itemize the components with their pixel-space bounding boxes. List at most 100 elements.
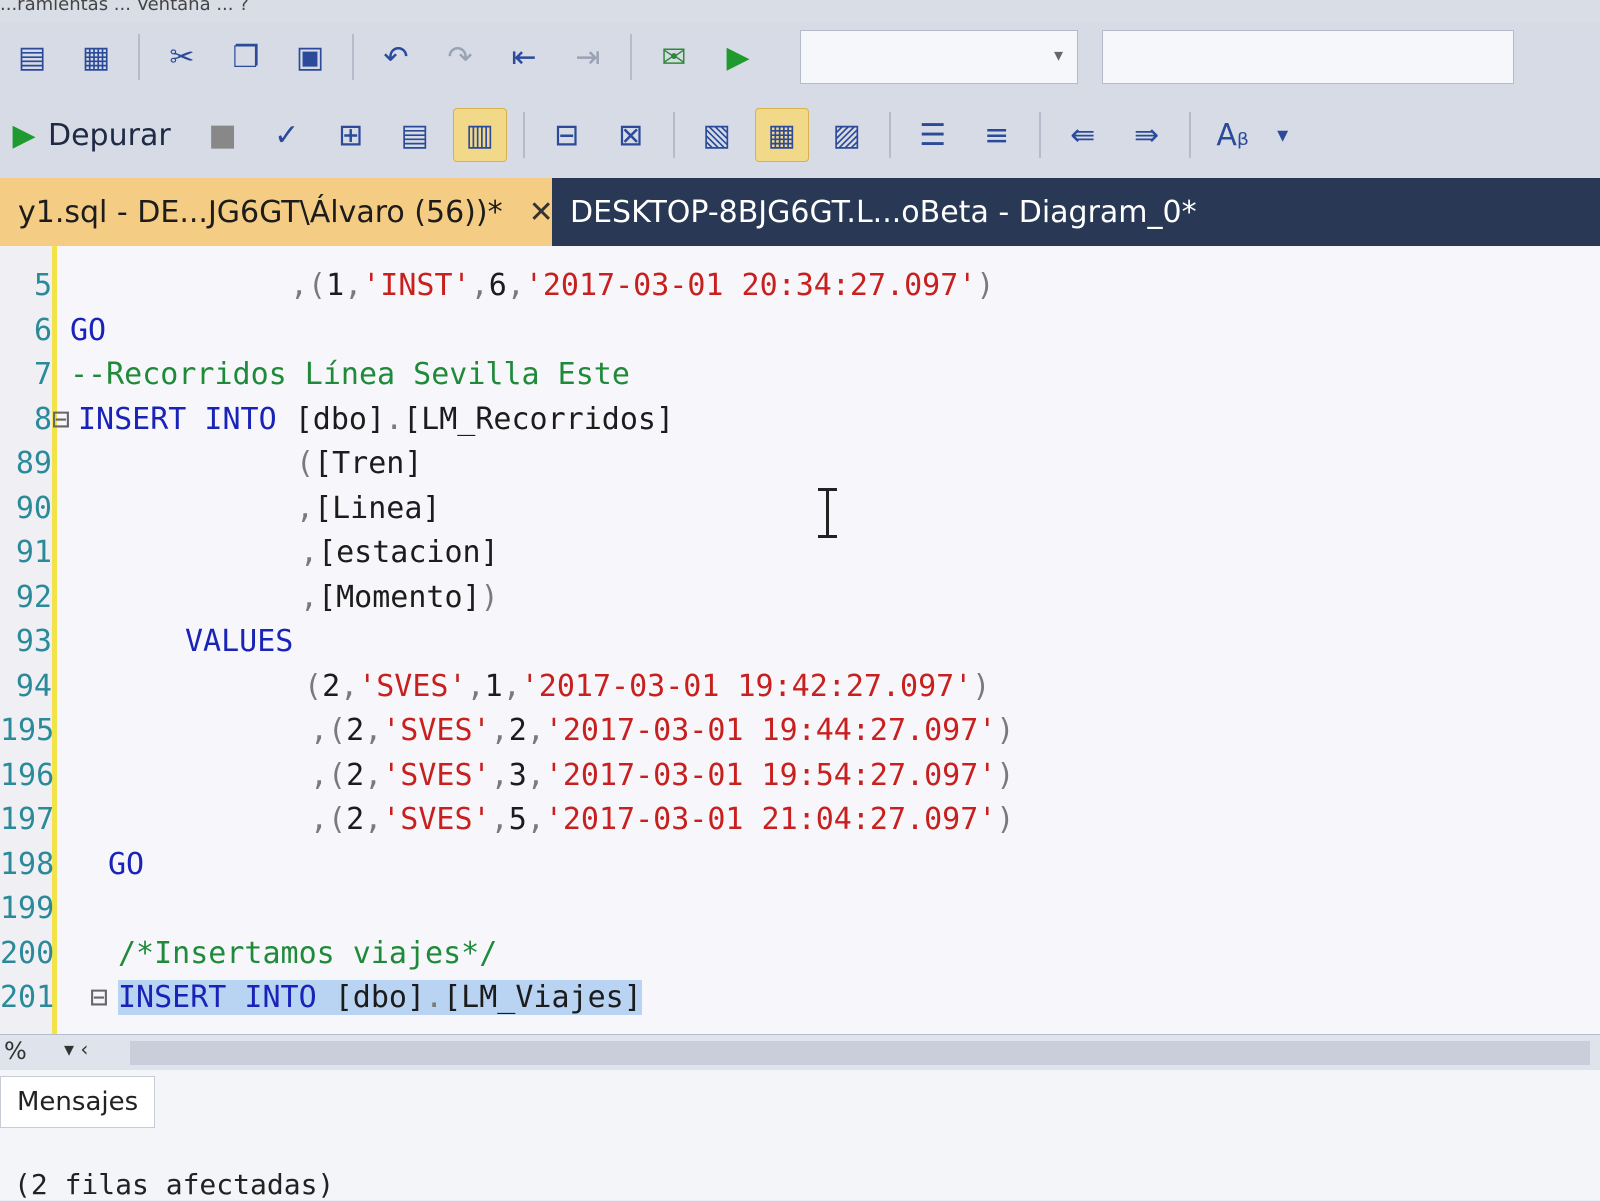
code-line[interactable]: 92 ,[Momento]): [0, 576, 1600, 620]
tab-label: DESKTOP-8BJG6GT.L...oBeta - Diagram_0*: [570, 194, 1197, 230]
parse-icon[interactable]: ✉: [648, 31, 700, 83]
toolbar-separator: [672, 112, 675, 158]
toolbar-separator: [630, 34, 632, 80]
collapse-icon[interactable]: ⊟: [52, 398, 70, 442]
code-token: [LM_Viajes]: [443, 980, 642, 1015]
specify-values-icon[interactable]: Aᵦ: [1207, 109, 1259, 161]
save-all-icon[interactable]: ▦: [70, 31, 122, 83]
code-token: INSERT INTO: [78, 401, 295, 437]
menu-bar[interactable]: ...ramientas ... Ventana ... ?: [0, 0, 1600, 22]
code-token: [LM_Recorridos]: [403, 401, 675, 437]
display-plan-icon[interactable]: ⊞: [325, 109, 377, 161]
toolbar-overflow-icon[interactable]: ▾: [1271, 109, 1295, 161]
code-token: 2: [346, 713, 365, 748]
code-token: 'SVES': [382, 713, 491, 748]
line-number: 6: [33, 312, 52, 348]
undo-icon[interactable]: ↶: [370, 31, 422, 83]
code-line[interactable]: 8 ⊟ INSERT INTO [dbo].[LM_Recorridos]: [0, 398, 1600, 442]
execute-icon[interactable]: ▶: [712, 31, 764, 83]
code-token: GO: [70, 312, 107, 348]
close-icon[interactable]: ✕: [529, 195, 554, 230]
code-token: [estacion]: [318, 535, 499, 570]
collapse-icon[interactable]: ⊟: [90, 976, 108, 1020]
code-token: ): [996, 713, 1015, 748]
navigate-back-icon[interactable]: ⇤: [498, 31, 550, 83]
code-token: 2: [346, 757, 365, 793]
line-number: 92: [15, 579, 52, 615]
code-text: (2,'SVES',1,'2017-03-01 19:42:27.097'): [304, 665, 990, 709]
include-plan-icon[interactable]: ⊟: [541, 109, 593, 161]
code-text: ,(1,'INST',6,'2017-03-01 20:34:27.097'): [290, 264, 994, 308]
code-token: VALUES: [185, 624, 294, 659]
code-line[interactable]: 197 ,(2,'SVES',5,'2017-03-01 21:04:27.097…: [0, 798, 1600, 842]
code-line[interactable]: 7 --Recorridos Línea Sevilla Este: [0, 353, 1600, 397]
code-line[interactable]: 93 VALUES: [0, 620, 1600, 664]
code-line[interactable]: 91 ,[estacion]: [0, 531, 1600, 575]
code-line[interactable]: 200 /*Insertamos viajes*/: [0, 932, 1600, 976]
code-token: ,: [364, 802, 383, 837]
code-token: ,: [300, 579, 319, 615]
code-line[interactable]: 90 ,[Linea]: [0, 487, 1600, 531]
paste-icon[interactable]: ▣: [284, 31, 336, 83]
increase-indent-icon[interactable]: ⇛: [1121, 109, 1173, 161]
code-line[interactable]: 5 ,(1,'INST',6,'2017-03-01 20:34:27.097'): [0, 264, 1600, 308]
code-token: INSERT INTO: [118, 980, 335, 1015]
results-to-file-icon[interactable]: ▨: [821, 109, 873, 161]
code-line[interactable]: 195 ,(2,'SVES',2,'2017-03-01 19:44:27.097…: [0, 709, 1600, 753]
code-token: ): [976, 268, 995, 303]
zoom-level[interactable]: %: [4, 1037, 27, 1065]
check-icon[interactable]: ✓: [261, 109, 313, 161]
solution-configurations-dropdown[interactable]: ▾: [800, 30, 1078, 84]
zoom-dropdown-icon[interactable]: ▾ ‹: [64, 1037, 88, 1061]
code-text: ([Tren]: [296, 442, 422, 486]
cancel-query-icon[interactable]: ■: [197, 109, 249, 161]
line-number: 94: [15, 668, 52, 704]
copy-icon[interactable]: ❐: [220, 31, 272, 83]
navigate-forward-icon[interactable]: ⇥: [562, 31, 614, 83]
sql-editor[interactable]: 5 ,(1,'INST',6,'2017-03-01 20:34:27.097')…: [0, 246, 1600, 1034]
open-icon[interactable]: ▤: [6, 31, 58, 83]
code-line[interactable]: 201 ⊟ INSERT INTO [dbo].[LM_Viajes]: [0, 976, 1600, 1020]
results-grid-icon[interactable]: ▦: [754, 108, 809, 162]
code-token: ,: [526, 802, 545, 837]
line-number: 7: [33, 357, 52, 392]
decrease-indent-icon[interactable]: ⇚: [1057, 109, 1109, 161]
code-token: ,: [470, 268, 489, 303]
tab-messages[interactable]: Mensajes: [0, 1076, 156, 1128]
code-token: ,: [490, 713, 509, 748]
results-to-text-icon[interactable]: ▧: [691, 109, 743, 161]
code-line[interactable]: 196 ,(2,'SVES',3,'2017-03-01 19:54:27.097…: [0, 754, 1600, 798]
debug-play-icon[interactable]: ▶: [6, 109, 42, 161]
code-token: (: [296, 446, 315, 481]
client-stats-icon[interactable]: ⊠: [605, 109, 657, 161]
line-number: 201: [0, 980, 55, 1015]
code-line[interactable]: 199: [0, 887, 1600, 931]
code-line[interactable]: 94 (2,'SVES',1,'2017-03-01 19:42:27.097'): [0, 665, 1600, 709]
search-box[interactable]: [1102, 30, 1514, 84]
sql-editor-toolbar: ▶ Depurar ■ ✓ ⊞ ▤ ▥ ⊟ ⊠ ▧ ▦ ▨ ☰ ≡ ⇚ ⇛ Aᵦ…: [0, 92, 1600, 179]
code-token: 2: [508, 713, 527, 748]
code-token: ,: [490, 802, 509, 837]
code-line[interactable]: 89 ([Tren]: [0, 442, 1600, 486]
code-text: ,(2,'SVES',2,'2017-03-01 19:44:27.097'): [310, 709, 1014, 753]
toolbar-separator: [352, 34, 354, 80]
cut-icon[interactable]: ✂: [156, 31, 208, 83]
code-line[interactable]: 6 GO: [0, 309, 1600, 353]
code-token: '2017-03-01 19:54:27.097': [544, 757, 997, 793]
redo-icon[interactable]: ↷: [434, 31, 486, 83]
debug-button[interactable]: Depurar: [48, 118, 171, 153]
tab-diagram[interactable]: DESKTOP-8BJG6GT.L...oBeta - Diagram_0*: [552, 178, 1215, 246]
results-to-grid-icon[interactable]: ▥: [452, 108, 507, 162]
code-token: '2017-03-01 21:04:27.097': [544, 802, 997, 837]
query-designer-icon[interactable]: ▤: [389, 109, 441, 161]
text-cursor-icon: [818, 488, 837, 538]
code-line[interactable]: 198 GO: [0, 843, 1600, 887]
toolbar-separator: [1038, 112, 1041, 158]
tab-query-sql[interactable]: y1.sql - DE...JG6GT\Álvaro (56))* ✕: [0, 178, 554, 246]
line-number: 90: [15, 490, 52, 526]
uncomment-lines-icon[interactable]: ≡: [971, 109, 1023, 161]
horizontal-scrollbar[interactable]: [130, 1041, 1590, 1065]
comment-lines-icon[interactable]: ☰: [907, 109, 959, 161]
menu-bar-text[interactable]: ...ramientas ... Ventana ... ?: [0, 0, 249, 15]
code-text: INSERT INTO [dbo].[LM_Viajes]: [118, 976, 642, 1020]
